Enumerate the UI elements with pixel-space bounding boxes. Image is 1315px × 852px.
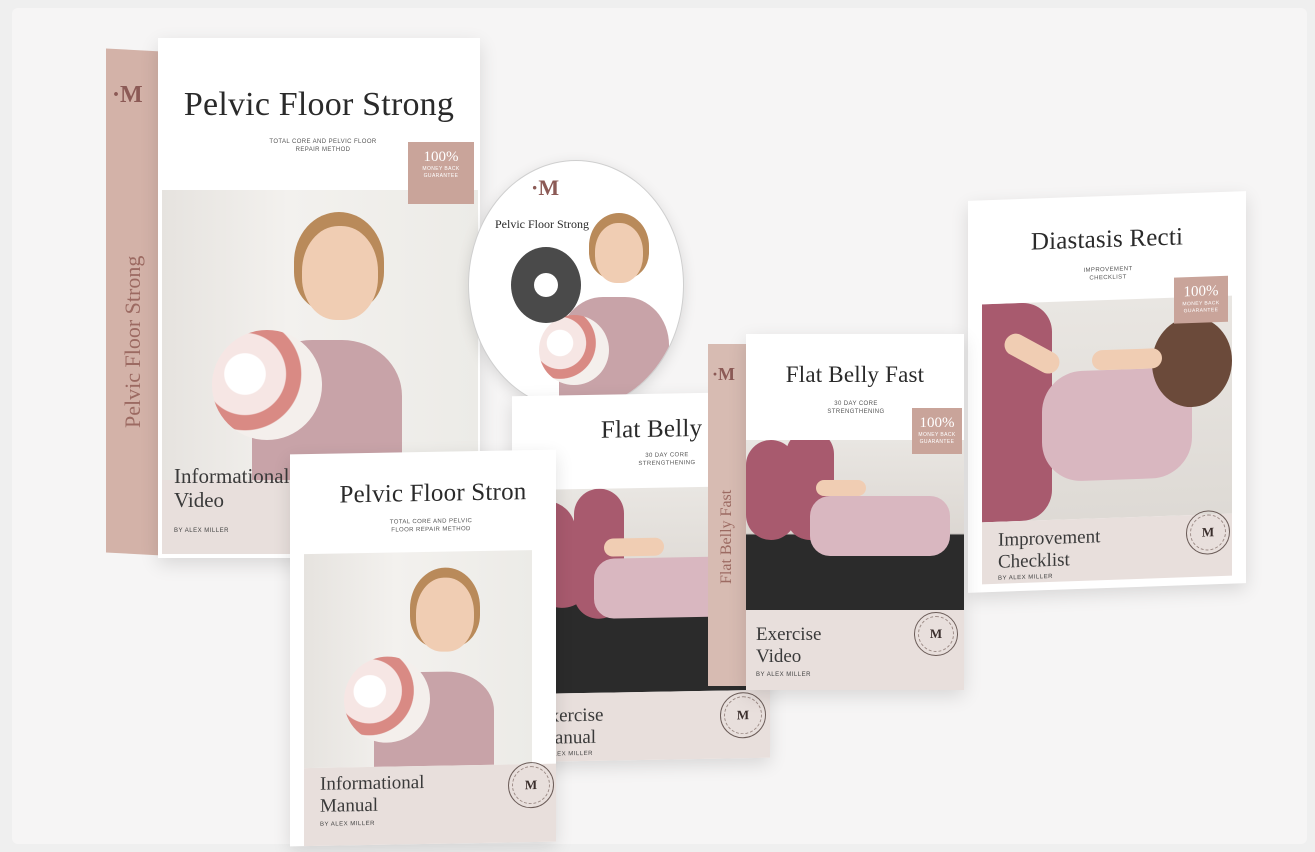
info-manual-label: Informational Manual <box>320 771 425 817</box>
exercise-video-photo <box>746 440 964 610</box>
exercise-video-badge-percent: 100% <box>919 415 955 431</box>
exercise-video-front: Flat Belly Fast 30 DAY CORE STRENGTHENIN… <box>746 334 964 690</box>
checklist-title: Diastasis Recti <box>1030 223 1184 256</box>
info-manual-subtitle: TOTAL CORE AND PELVIC FLOOR REPAIR METHO… <box>389 518 473 534</box>
checklist-badge-percent: 100% <box>1183 283 1219 301</box>
video-box-badge-percent: 100% <box>423 149 459 165</box>
info-manual-title: Pelvic Floor Stron <box>339 478 527 509</box>
video-box-guarantee-badge: 100% MONEY BACK GUARANTEE <box>408 142 474 204</box>
checklist-subtitle: IMPROVEMENT CHECKLIST <box>1083 266 1133 282</box>
video-box-author: BY ALEX MILLER <box>174 528 229 534</box>
video-box-badge-text: MONEY BACK GUARANTEE <box>422 166 460 179</box>
dvd-disc: ·M Pelvic Floor Strong <box>468 160 684 410</box>
disc-logo-icon: ·M <box>531 175 560 200</box>
exercise-video-guarantee-badge: 100% MONEY BACK GUARANTEE <box>912 408 962 454</box>
exercise-video-label: Exercise Video <box>756 624 822 667</box>
video-box-subtitle: TOTAL CORE AND PELVIC FLOOR REPAIR METHO… <box>269 139 377 153</box>
exercise-video-author: BY ALEX MILLER <box>756 672 811 678</box>
info-manual-author: BY ALEX MILLER <box>320 820 375 828</box>
exercise-video-badge-text: MONEY BACK GUARANTEE <box>918 432 956 445</box>
video-box-label: Informational Video <box>174 464 290 512</box>
checklist-guarantee-badge: 100% MONEY BACK GUARANTEE <box>1174 275 1228 324</box>
info-manual-photo <box>304 550 532 769</box>
exercise-video-subtitle: 30 DAY CORE STRENGTHENING <box>827 401 885 415</box>
checklist-photo <box>982 295 1232 523</box>
video-box-spine-title: Pelvic Floor Strong <box>120 255 145 428</box>
video-box-photo <box>162 190 478 480</box>
informational-manual: Pelvic Floor Stron TOTAL CORE AND PELVIC… <box>290 449 556 847</box>
checklist-badge-text: MONEY BACK GUARANTEE <box>1182 300 1220 315</box>
video-box-logo-icon: ·M <box>112 82 143 108</box>
video-box-title: Pelvic Floor Strong <box>183 86 455 123</box>
disc-center-hole <box>511 247 581 323</box>
exercise-manual-subtitle: 30 DAY CORE STRENGTHENING <box>638 452 696 468</box>
exercise-video-title: Flat Belly Fast <box>785 362 925 387</box>
exercise-video-logo-icon: ·M <box>712 364 735 384</box>
checklist-label: Improvement Checklist <box>998 526 1101 573</box>
exercise-video-spine-title: Flat Belly Fast <box>718 489 735 584</box>
exercise-video-seal-icon: M <box>914 612 958 656</box>
diastasis-recti-checklist: Diastasis Recti IMPROVEMENT CHECKLIST 10… <box>968 191 1246 593</box>
